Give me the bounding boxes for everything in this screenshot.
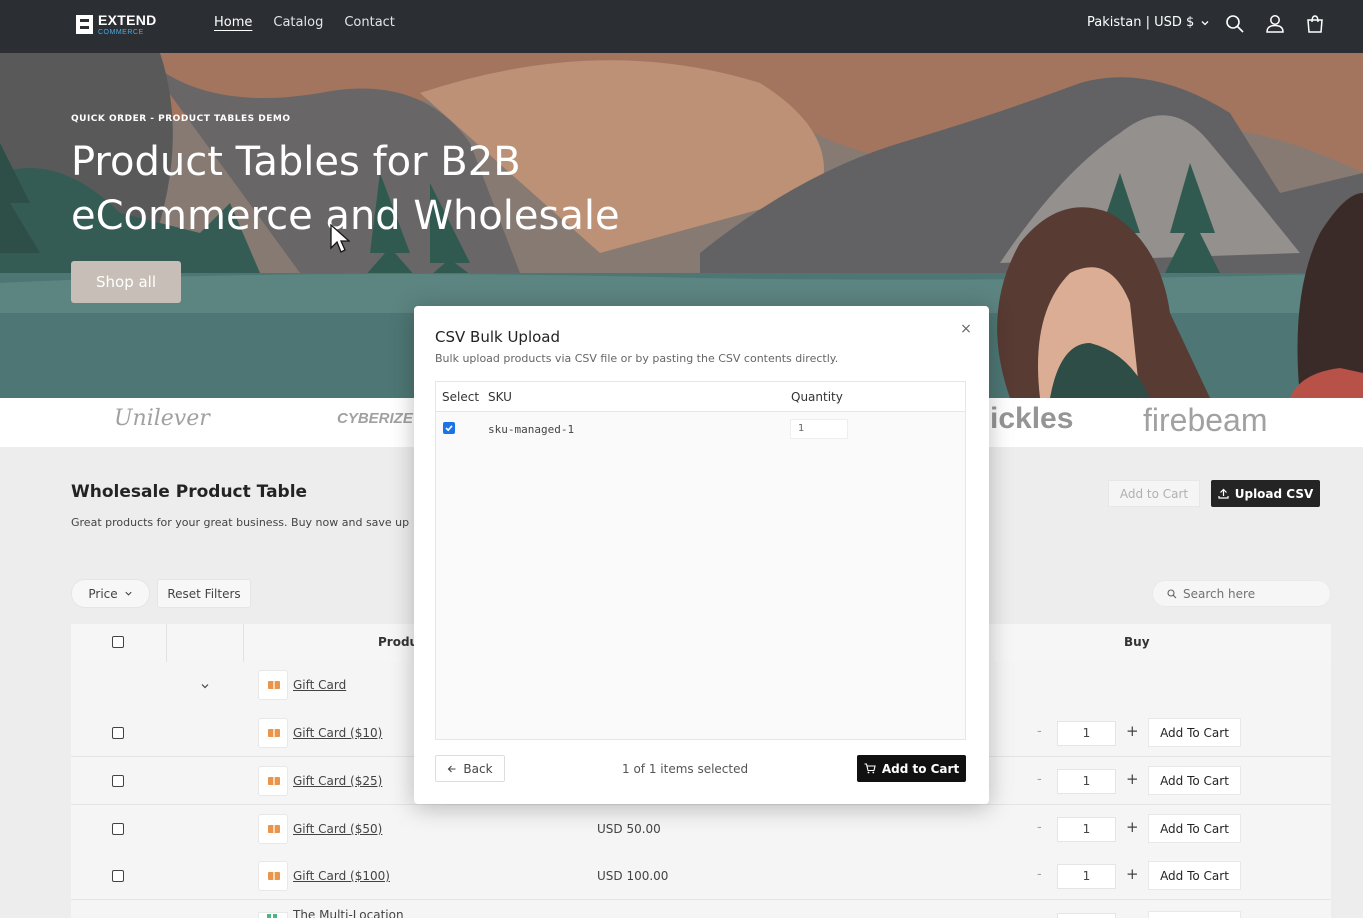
- modal-subtitle: Bulk upload products via CSV file or by …: [435, 352, 839, 365]
- csv-table-header: Select SKU Quantity: [436, 382, 965, 412]
- item-select-checkbox[interactable]: [443, 422, 455, 434]
- checkmark-icon: [445, 425, 453, 432]
- selected-count: 1 of 1 items selected: [622, 762, 749, 776]
- column-quantity: Quantity: [791, 390, 843, 404]
- modal-title: CSV Bulk Upload: [435, 328, 561, 346]
- column-select: Select: [442, 390, 480, 404]
- item-quantity-input[interactable]: 1: [790, 419, 848, 439]
- cart-icon: [864, 763, 876, 774]
- modal-add-to-cart-button[interactable]: Add to Cart: [857, 755, 966, 782]
- csv-bulk-upload-modal: CSV Bulk Upload Bulk upload products via…: [414, 306, 989, 804]
- back-button[interactable]: Back: [435, 755, 505, 782]
- close-icon[interactable]: ×: [959, 322, 973, 336]
- csv-items-table: Select SKU Quantity sku-managed-1 1: [435, 381, 966, 740]
- back-label: Back: [463, 761, 493, 776]
- modal-add-to-cart-label: Add to Cart: [881, 761, 960, 776]
- arrow-left-icon: [448, 765, 456, 772]
- item-sku: sku-managed-1: [488, 423, 575, 436]
- column-sku: SKU: [488, 390, 512, 404]
